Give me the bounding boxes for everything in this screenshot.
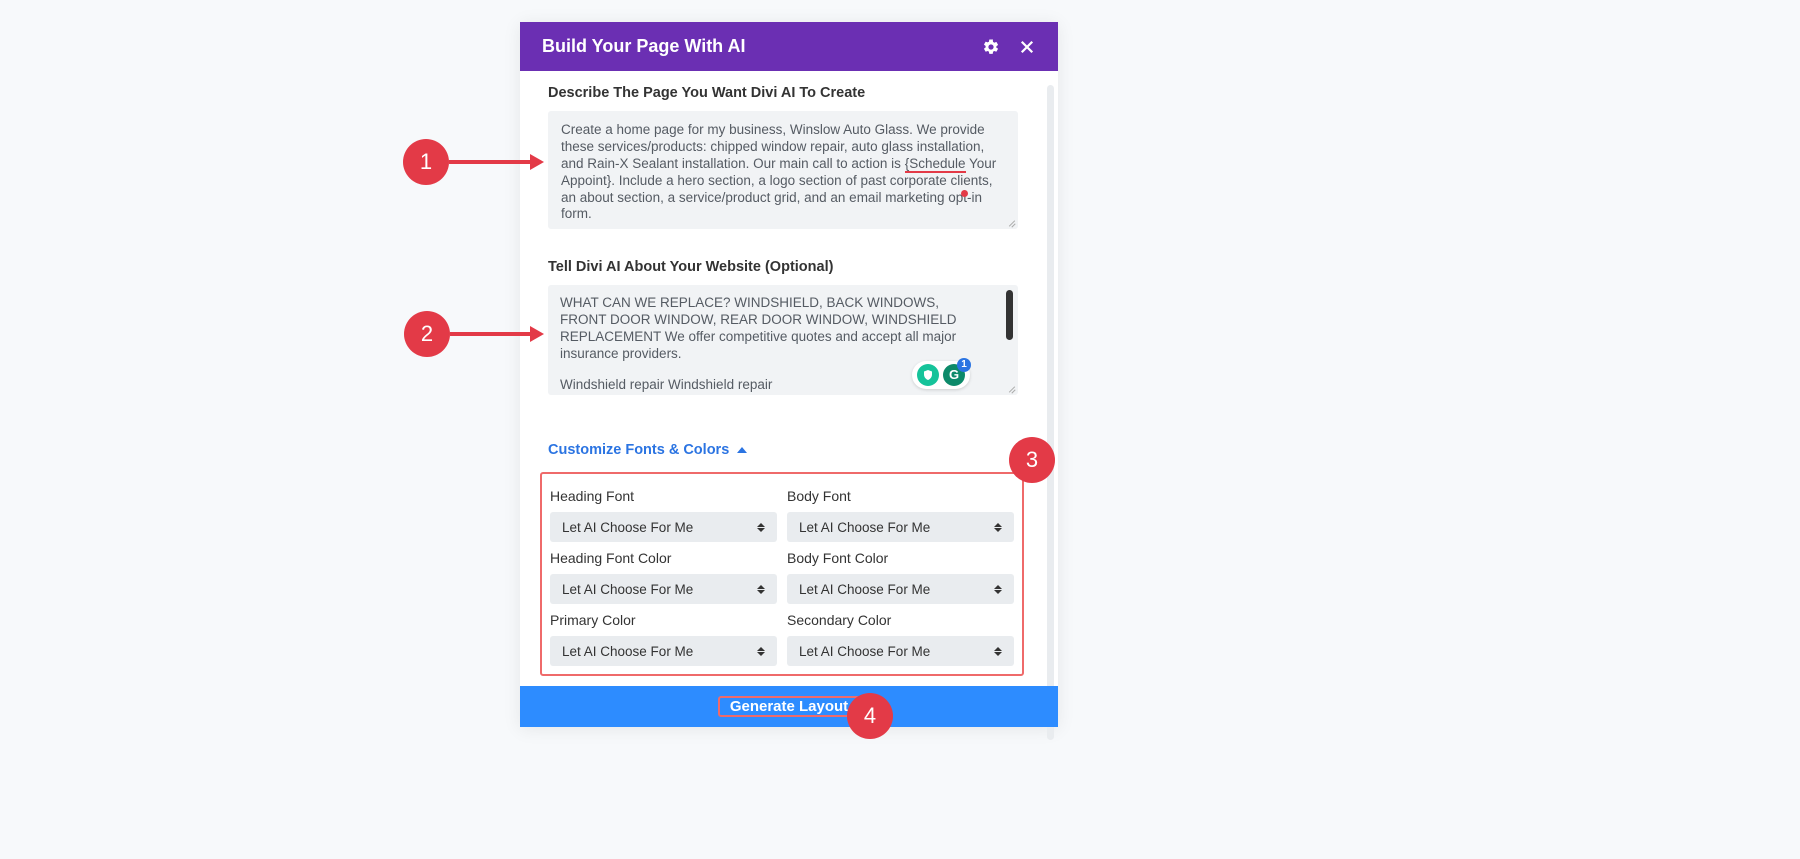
grammarly-g-icon: G 1 [943,364,965,386]
body-font-color-select[interactable]: Let AI Choose For Me [787,574,1014,604]
primary-color-label: Primary Color [550,612,777,628]
website-info-textarea[interactable]: WHAT CAN WE REPLACE? WINDSHIELD, BACK WI… [548,285,1018,395]
body-font-label: Body Font [787,488,1014,504]
heading-font-select[interactable]: Let AI Choose For Me [550,512,777,542]
callout-1: 1 [403,139,449,185]
heading-font-color-select[interactable]: Let AI Choose For Me [550,574,777,604]
website-text-line1: WHAT CAN WE REPLACE? WINDSHIELD, BACK WI… [560,295,957,361]
callout-1-arrow [449,160,531,164]
chevron-up-icon [737,447,747,453]
modal-footer: Generate Layout [520,686,1058,727]
modal-body: Describe The Page You Want Divi AI To Cr… [520,71,1058,686]
select-arrows-icon [757,523,765,532]
modal-header-actions [982,38,1036,56]
body-font-value: Let AI Choose For Me [799,520,930,535]
resize-handle-icon[interactable] [1006,383,1016,393]
callout-1-arrowhead [530,154,544,170]
grammarly-shield-icon [917,364,939,386]
body-scrollbar[interactable] [1047,85,1054,740]
modal-header: Build Your Page With AI [520,22,1058,71]
describe-page-label: Describe The Page You Want Divi AI To Cr… [548,85,1030,101]
heading-font-value: Let AI Choose For Me [562,520,693,535]
primary-color-select[interactable]: Let AI Choose For Me [550,636,777,666]
callout-4: 4 [847,693,893,739]
gear-icon[interactable] [982,38,1000,56]
resize-handle-icon[interactable] [1006,217,1016,227]
generate-layout-button[interactable]: Generate Layout [718,696,860,717]
callout-2-arrowhead [530,326,544,342]
select-arrows-icon [994,523,1002,532]
select-arrows-icon [757,585,765,594]
callout-2: 2 [404,311,450,357]
customize-label: Customize Fonts & Colors [548,442,729,458]
modal-title: Build Your Page With AI [542,36,746,57]
grammarly-badge: 1 [957,358,971,372]
select-arrows-icon [994,585,1002,594]
describe-page-textarea[interactable]: Create a home page for my business, Wins… [548,111,1018,229]
secondary-color-select[interactable]: Let AI Choose For Me [787,636,1014,666]
error-dot-icon [961,190,968,197]
ai-builder-modal: Build Your Page With AI Describe The Pag… [520,22,1058,727]
select-arrows-icon [757,647,765,656]
close-icon[interactable] [1018,38,1036,56]
primary-color-value: Let AI Choose For Me [562,644,693,659]
website-info-label: Tell Divi AI About Your Website (Optiona… [548,259,1030,275]
customize-fonts-colors-toggle[interactable]: Customize Fonts & Colors [548,442,747,458]
describe-text-underlined: {Schedule [905,156,966,173]
website-text-line2: Windshield repair Windshield repair [560,377,772,392]
grammarly-widget[interactable]: G 1 [912,361,970,389]
body-font-color-value: Let AI Choose For Me [799,582,930,597]
heading-font-color-label: Heading Font Color [550,550,777,566]
body-font-color-label: Body Font Color [787,550,1014,566]
body-font-select[interactable]: Let AI Choose For Me [787,512,1014,542]
secondary-color-label: Secondary Color [787,612,1014,628]
select-arrows-icon [994,647,1002,656]
callout-2-arrow [450,332,532,336]
secondary-color-value: Let AI Choose For Me [799,644,930,659]
heading-font-label: Heading Font [550,488,777,504]
heading-font-color-value: Let AI Choose For Me [562,582,693,597]
textarea-scrollbar[interactable] [1006,290,1013,340]
fonts-colors-panel: Heading Font Let AI Choose For Me Body F… [540,472,1024,676]
callout-3: 3 [1009,437,1055,483]
